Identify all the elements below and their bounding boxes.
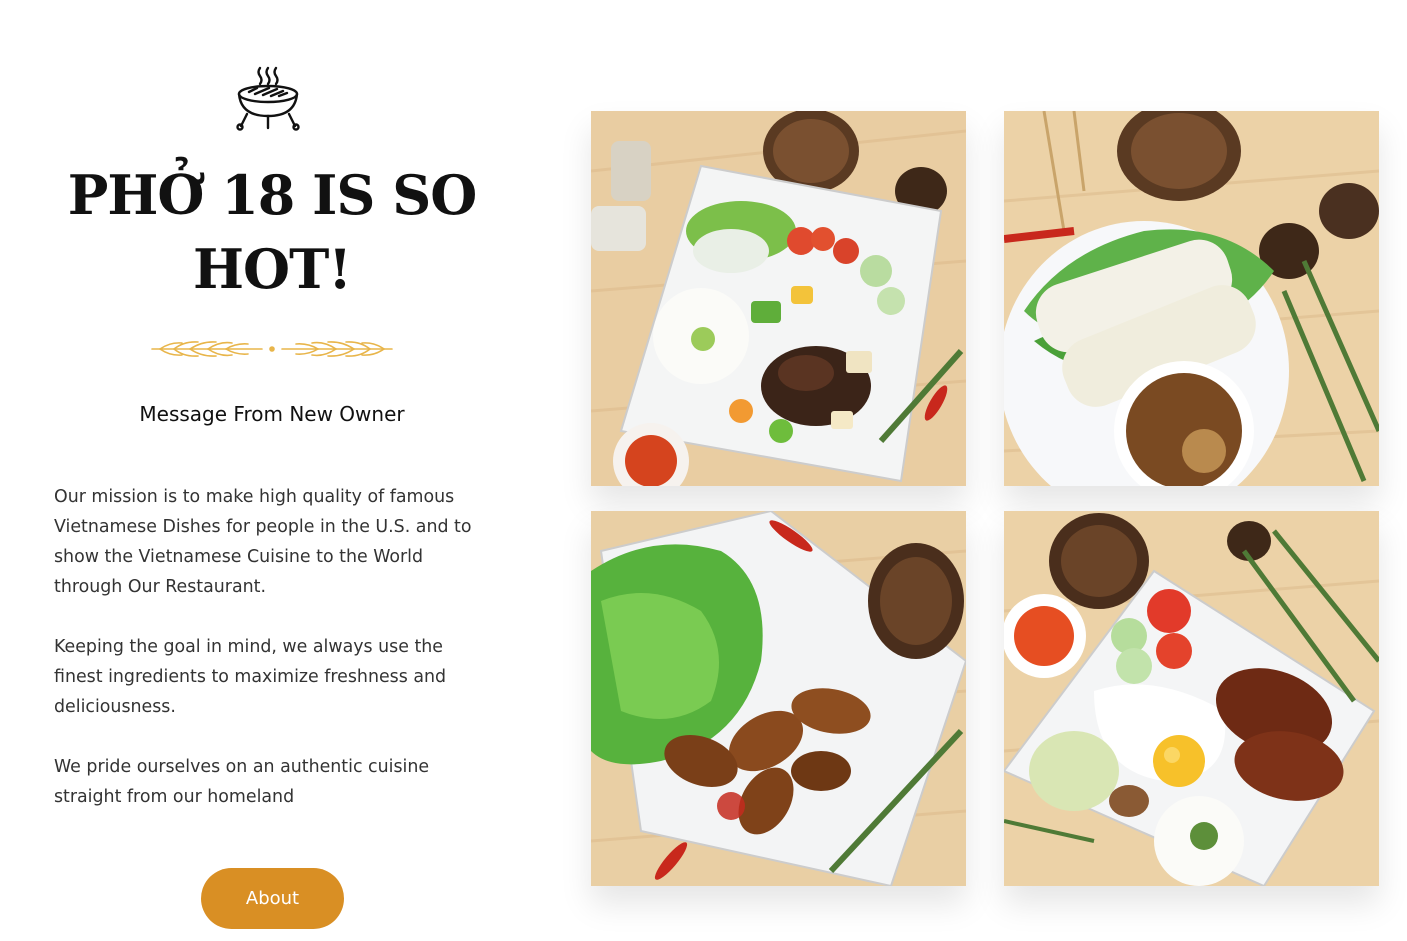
page-title: PHỞ 18 IS SO HOT! [40, 158, 504, 306]
paragraph-authentic: We pride ourselves on an authentic cuisi… [54, 757, 430, 807]
rice-plate-photo [591, 111, 966, 486]
paragraph-mission: Our mission is to make high quality of f… [54, 487, 472, 597]
title-line-2: HOT! [193, 237, 352, 301]
wheat-divider-icon [150, 334, 394, 364]
gallery-photo-2 [1004, 111, 1379, 486]
owner-message-section: PHỞ 18 IS SO HOT! Message From New Owner… [40, 0, 504, 941]
spring-rolls-photo [1004, 111, 1379, 486]
paragraph-ingredients: Keeping the goal in mind, we always use … [54, 637, 447, 717]
gallery-photo-1 [591, 111, 966, 486]
about-button[interactable]: About [201, 868, 344, 929]
section-subtitle: Message From New Owner [139, 402, 405, 426]
chicken-wings-photo [591, 511, 966, 886]
title-line-1: PHỞ 18 IS SO [67, 163, 478, 227]
gallery-photo-4 [1004, 511, 1379, 886]
broken-rice-pork-egg-photo [1004, 511, 1379, 886]
gallery-photo-3 [591, 511, 966, 886]
mission-text: Our mission is to make high quality of f… [54, 482, 494, 842]
grill-icon [233, 66, 303, 132]
